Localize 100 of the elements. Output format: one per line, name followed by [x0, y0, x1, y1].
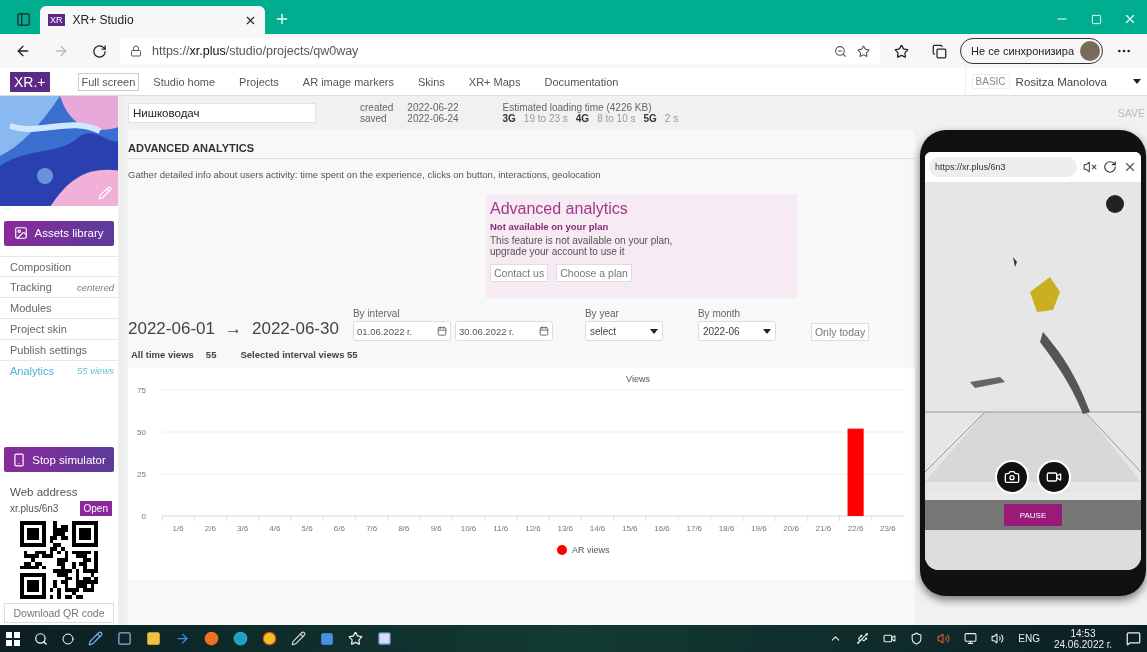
calendar-icon[interactable]	[538, 326, 549, 336]
nav-link[interactable]: Studio home	[153, 75, 216, 88]
x-tick-label: 20/6	[782, 524, 799, 533]
download-qr-button[interactable]: Download QR code	[4, 603, 114, 623]
shield-icon[interactable]	[910, 632, 924, 645]
plan-button[interactable]: Choose a plan	[556, 264, 632, 282]
selected-interval-views: Selected interval views 55	[240, 349, 358, 360]
plan-button[interactable]: Contact us	[490, 264, 549, 282]
load-time: 8 to 10 s	[597, 113, 636, 124]
section-description: Gather detailed info about users activity: time spent on the experience, clicks on button, interactions, geolocation	[128, 169, 601, 180]
x-tick-label: 10/6	[460, 524, 476, 533]
network-label: 4G	[575, 113, 590, 124]
speaker-icon[interactable]	[937, 632, 951, 645]
network-label: 3G	[502, 113, 516, 124]
sidebar-item[interactable]: Project skin	[0, 318, 118, 339]
y-tick-label: 0	[141, 512, 146, 521]
x-tick-label: 22/6	[847, 524, 863, 533]
sidebar-item[interactable]: Modules	[0, 297, 118, 318]
caret-icon	[1133, 79, 1141, 84]
project-name-field[interactable]: Нишководач	[128, 103, 316, 123]
x-tick-label: 14/6	[589, 524, 605, 533]
reload-icon[interactable]	[1103, 160, 1117, 174]
nav-link[interactable]: AR image markers	[302, 75, 394, 88]
y-tick-label: 25	[136, 470, 146, 479]
all-time-label: All time views	[131, 349, 194, 360]
pause-button[interactable]: PAUSE	[1004, 504, 1062, 526]
notifications-icon[interactable]	[1126, 631, 1141, 646]
nav-link[interactable]: Projects	[239, 75, 279, 88]
x-tick-label: 4/6	[268, 524, 280, 533]
sidebar-item[interactable]: Publish settings	[0, 338, 118, 360]
x-tick-label: 8/6	[397, 524, 409, 533]
x-tick-label: 19/6	[750, 524, 767, 533]
date-field[interactable]: 30.06.2022 г.	[454, 321, 553, 341]
image-icon	[14, 226, 29, 241]
x-tick-label: 1/6	[172, 524, 184, 533]
volume-icon[interactable]	[991, 632, 1005, 645]
task-view-icon[interactable]	[62, 632, 74, 645]
usb-icon[interactable]	[856, 632, 870, 645]
load-time: 19 to 23 s	[523, 113, 568, 124]
all-time-value: 55	[205, 349, 217, 360]
saved-label: saved	[360, 113, 388, 124]
range-end: 2022-06-30	[251, 319, 339, 339]
nav-link[interactable]: Skins	[417, 75, 445, 88]
x-tick-label: 3/6	[236, 524, 248, 533]
mute-icon[interactable]	[1083, 160, 1097, 174]
only-today-button[interactable]: Only today	[810, 323, 870, 341]
search-icon[interactable]	[34, 631, 48, 646]
x-tick-label: 12/6	[524, 524, 541, 533]
created-label: created	[360, 102, 394, 113]
app-icon[interactable]	[88, 631, 103, 646]
legend-label: AR views	[571, 545, 609, 555]
app-icon[interactable]	[291, 631, 306, 646]
simulator-url-field[interactable]: https://xr.plus/6n3	[929, 157, 1077, 177]
browser-icon[interactable]	[204, 631, 219, 646]
full-screen-button[interactable]: Full screen	[77, 72, 140, 91]
x-tick-label: 6/6	[333, 524, 345, 533]
browser-tab[interactable]: XR XR+ Studio	[40, 6, 265, 34]
browser-icon[interactable]	[233, 631, 248, 646]
logo: XR.+	[10, 71, 50, 92]
x-tick-label: 9/6	[430, 524, 442, 533]
clock[interactable]: 14:53 24.06.2022 г.	[1053, 627, 1112, 650]
start-icon[interactable]	[6, 631, 20, 646]
tab-title: XR+ Studio	[72, 13, 135, 27]
year-select[interactable]: select	[584, 321, 663, 341]
x-tick-label: 17/6	[686, 524, 702, 533]
stop-simulator-button[interactable]: Stop simulator	[4, 447, 114, 473]
loading-title: Estimated loading time (4226 KB)	[502, 102, 652, 113]
user-menu[interactable]: BASIC Rositza Manolova	[964, 67, 1147, 96]
filter-label: By interval	[352, 308, 401, 319]
y-tick-label: 75	[136, 386, 146, 395]
user-name: Rositza Manolova	[1015, 75, 1107, 88]
assets-library-button[interactable]: Assets library	[4, 220, 114, 246]
calendar-icon[interactable]	[436, 326, 447, 336]
load-time: 2 s	[664, 113, 679, 124]
filter-label: By month	[697, 308, 742, 319]
x-tick-label: 7/6	[365, 524, 377, 533]
item-note: centered	[77, 281, 114, 293]
open-button[interactable]: Open	[79, 501, 112, 517]
avatar	[1080, 41, 1100, 61]
x-tick-label: 15/6	[621, 524, 638, 533]
sidebar-item[interactable]: Composition	[0, 255, 118, 277]
upgrade-subtitle: Not available on your plan	[490, 221, 610, 232]
video-camera-icon	[1046, 469, 1062, 485]
month-select[interactable]: 2022-06	[697, 321, 776, 341]
network-icon[interactable]	[964, 632, 978, 645]
date-field[interactable]: 01.06.2022 г.	[352, 321, 451, 341]
phone-icon	[12, 452, 27, 467]
language-indicator[interactable]: ENG	[1018, 633, 1040, 644]
x-tick-label: 2/6	[204, 524, 216, 533]
section-heading: ADVANCED ANALYTICS	[128, 130, 915, 159]
browser-icon[interactable]	[262, 631, 277, 646]
sidebar-item[interactable]: Tracking centered	[0, 276, 118, 298]
tab-favicon: XR	[48, 14, 65, 26]
nav-link[interactable]: Documentation	[544, 75, 619, 88]
web-address: xr.plus/6n3	[10, 503, 59, 515]
address-bar[interactable]: https://xr.plus/studio/projects/qw0way	[120, 38, 881, 64]
close-icon[interactable]	[1123, 160, 1137, 174]
x-tick-label: 23/6	[879, 524, 896, 533]
nav-link[interactable]: XR+ Maps	[468, 75, 521, 88]
upgrade-title: Advanced analytics	[490, 200, 629, 218]
